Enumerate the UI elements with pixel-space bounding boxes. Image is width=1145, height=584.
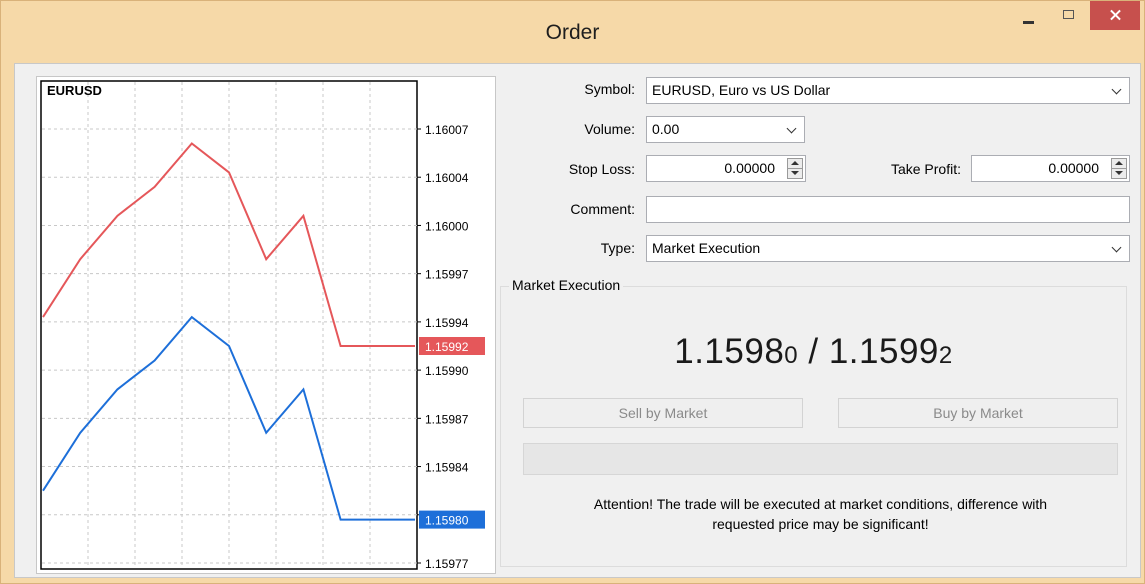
volume-select[interactable]: 0.00 <box>646 116 805 143</box>
stoploss-input[interactable]: 0.00000 <box>646 155 806 182</box>
type-value: Market Execution <box>652 240 761 256</box>
comment-input[interactable] <box>646 196 1130 223</box>
chevron-down-icon <box>785 117 799 142</box>
symbol-value: EURUSD, Euro vs US Dollar <box>652 82 831 98</box>
symbol-label: Symbol: <box>584 81 635 97</box>
takeprofit-input[interactable]: 0.00000 <box>971 155 1130 182</box>
ask-price: 1.1599 <box>828 332 939 371</box>
chevron-down-icon <box>1110 78 1124 103</box>
stoploss-spinner[interactable] <box>787 158 803 179</box>
spin-down-icon[interactable] <box>788 169 802 178</box>
type-select[interactable]: Market Execution <box>646 235 1130 262</box>
price-axis-label: 1.15977 <box>425 557 469 571</box>
bid-price-tag: 1.15980 <box>425 514 469 528</box>
price-separator: / <box>798 332 829 371</box>
symbol-select[interactable]: EURUSD, Euro vs US Dollar <box>646 77 1130 104</box>
spin-down-icon[interactable] <box>1112 169 1126 178</box>
price-quote: 1.15980 / 1.15992 <box>500 332 1127 372</box>
takeprofit-label: Take Profit: <box>890 161 961 177</box>
attention-line-1: Attention! The trade will be executed at… <box>593 496 1048 512</box>
bid-price: 1.1598 <box>674 332 785 371</box>
spin-up-icon[interactable] <box>1112 159 1126 169</box>
price-axis-label: 1.16007 <box>425 123 469 137</box>
price-axis-label: 1.15987 <box>425 412 469 426</box>
stoploss-label: Stop Loss: <box>568 161 635 177</box>
takeprofit-spinner[interactable] <box>1111 158 1127 179</box>
price-axis-label: 1.16000 <box>425 219 469 233</box>
execution-progress-bar <box>523 443 1118 475</box>
group-title: Market Execution <box>509 277 624 293</box>
tick-chart: 1.16007 1.16004 1.16000 1.15997 1.15994 1.159… <box>36 76 496 574</box>
ask-price-pip: 2 <box>938 342 953 369</box>
window-title: Order <box>545 21 600 44</box>
minimize-button[interactable] <box>1012 1 1046 31</box>
dialog-body: 1.16007 1.16004 1.16000 1.15997 1.15994 1.159… <box>14 63 1141 578</box>
takeprofit-value: 0.00000 <box>1048 160 1099 176</box>
maximize-button[interactable] <box>1051 1 1087 31</box>
buy-by-market-button[interactable]: Buy by Market <box>838 398 1118 428</box>
type-label: Type: <box>600 240 635 256</box>
chart-symbol: EURUSD <box>47 83 102 98</box>
attention-message: Attention! The trade will be executed at… <box>523 494 1118 534</box>
price-axis-label: 1.15997 <box>425 268 469 282</box>
price-axis-label: 1.15984 <box>425 461 469 475</box>
volume-label: Volume: <box>584 121 635 137</box>
spin-up-icon[interactable] <box>788 159 802 169</box>
sell-by-market-button[interactable]: Sell by Market <box>523 398 803 428</box>
price-axis-label: 1.15994 <box>425 316 469 330</box>
title-bar[interactable]: Order <box>1 1 1144 63</box>
ask-price-tag: 1.15992 <box>425 340 469 354</box>
chart-canvas: 1.16007 1.16004 1.16000 1.15997 1.15994 1.159… <box>40 80 485 571</box>
price-axis-label: 1.16004 <box>425 171 469 185</box>
price-axis-label: 1.15990 <box>425 364 469 378</box>
chevron-down-icon <box>1110 236 1124 261</box>
comment-label: Comment: <box>570 201 635 217</box>
stoploss-value: 0.00000 <box>724 160 775 176</box>
close-button[interactable] <box>1090 1 1140 30</box>
order-window: Order 1.16007 1.16004 1.16000 1.15997 1.1599… <box>0 0 1145 584</box>
bid-price-pip: 0 <box>784 342 799 369</box>
volume-value: 0.00 <box>652 121 680 137</box>
attention-line-2: requested price may be significant! <box>712 516 929 532</box>
